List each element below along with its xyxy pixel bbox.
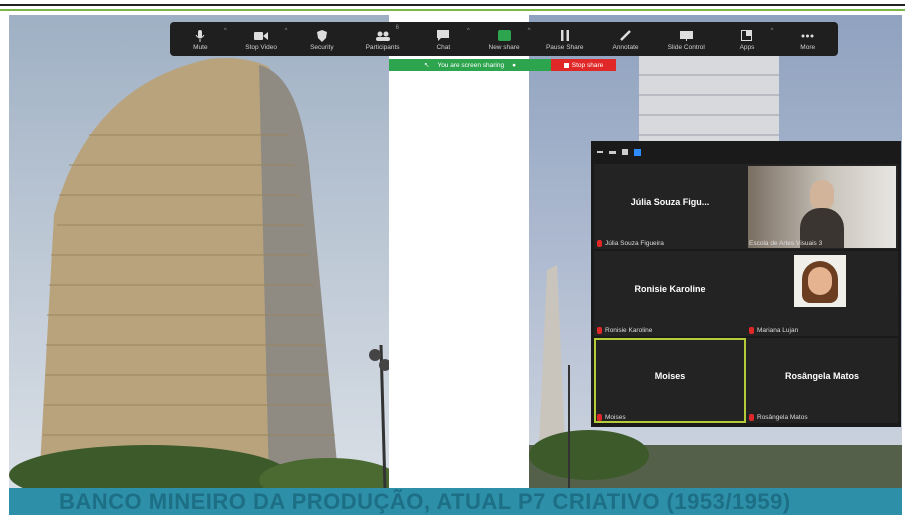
participant-video [748,166,896,248]
mic-muted-icon [749,414,754,421]
more-label: More [800,43,816,51]
chevron-up-icon[interactable]: ^ [467,28,470,34]
participant-tile[interactable]: Mariana Lujan [746,251,898,336]
accent-border [0,9,905,11]
participant-name: Moises [654,371,686,381]
participant-count: 6 [395,25,399,31]
minimize-icon[interactable] [597,151,603,153]
participant-name: Ronisie Karoline [634,284,706,294]
slide-icon [679,28,693,44]
mic-muted-icon [597,414,602,421]
chevron-up-icon[interactable]: ^ [771,28,774,34]
security-label: Security [310,43,334,51]
participant-label: Escola de Artes Visuais 3 [749,240,823,247]
top-border [0,4,905,6]
gallery-header [591,141,905,163]
stop-video-button[interactable]: Stop Video ^ [231,22,292,56]
hide-video-icon[interactable] [609,150,616,154]
participant-label: Mariana Lujan [749,327,798,334]
annotate-button[interactable]: Annotate [595,22,656,56]
participant-label: Júlia Souza Figueira [597,240,664,247]
pause-icon [560,28,569,44]
participant-tile[interactable]: Ronisie Karoline Ronisie Karoline [594,251,746,336]
annotate-label: Annotate [612,43,639,51]
chevron-up-icon[interactable]: ^ [224,28,227,34]
participant-tile[interactable]: Júlia Souza Figu... Júlia Souza Figueira [594,164,746,249]
stop-icon [563,62,569,68]
apps-button[interactable]: Apps ^ [717,22,778,56]
gallery-view-icon[interactable] [634,148,641,156]
speaker-view-icon[interactable] [622,149,628,155]
participant-name: Júlia Souza Figu... [630,197,710,207]
chat-button[interactable]: Chat ^ [413,22,474,56]
slide-control-label: Slide Control [667,43,705,51]
participant-label: Moises [597,414,626,421]
participant-tile[interactable]: Escola de Artes Visuais 3 [746,164,898,249]
participants-button[interactable]: Participants 6 [352,22,413,56]
pause-share-button[interactable]: Pause Share [534,22,595,56]
mic-muted-icon [597,327,602,334]
building-photo-left [9,15,389,488]
slide-control-button[interactable]: Slide Control [656,22,717,56]
apps-icon [741,28,753,44]
new-share-button[interactable]: New share ^ [474,22,535,56]
chevron-up-icon[interactable]: ^ [285,28,288,34]
participants-label: Participants [365,43,400,51]
stop-share-label: Stop share [571,61,604,69]
participant-name: Rosângela Matos [784,371,860,381]
participant-label: Ronisie Karoline [597,327,652,334]
participant-tile[interactable]: Rosângela Matos Rosângela Matos [746,338,898,423]
new-share-label: New share [488,43,520,51]
mute-button[interactable]: Mute ^ [170,22,231,56]
participant-photo [794,255,846,307]
pause-share-label: Pause Share [545,43,584,51]
shield-icon [316,28,327,44]
video-icon [254,28,269,44]
stop-video-label: Stop Video [245,43,277,51]
shield-icon: ● [512,61,516,69]
participant-label: Rosângela Matos [749,414,808,421]
apps-label: Apps [739,43,755,51]
chevron-up-icon[interactable]: ^ [528,28,531,34]
video-gallery-panel: Júlia Souza Figu... Júlia Souza Figueira… [591,141,901,427]
stop-share-button[interactable]: Stop share [551,59,616,71]
share-icon [497,28,511,44]
blank-region [389,15,529,488]
participants-icon [375,28,391,44]
mic-muted-icon [597,240,602,247]
sharing-status-text: You are screen sharing [437,61,505,69]
pin-icon: ↖ [424,62,430,69]
more-icon [801,28,814,44]
meeting-toolbar: Mute ^ Stop Video ^ Security Participant… [170,22,838,56]
sharing-status-bar[interactable]: ↖ You are screen sharing ● [389,59,551,71]
pen-icon [620,28,631,44]
participant-tile-active-speaker[interactable]: Moises Moises [594,338,746,423]
security-button[interactable]: Security [291,22,352,56]
mic-muted-icon [749,327,754,334]
mute-label: Mute [193,43,208,51]
more-button[interactable]: More [777,22,838,56]
mic-icon [195,28,205,44]
slide-caption: BANCO MINEIRO DA PRODUÇÃO, ATUAL P7 CRIA… [59,489,791,514]
chat-icon [437,28,450,44]
chat-label: Chat [436,43,451,51]
